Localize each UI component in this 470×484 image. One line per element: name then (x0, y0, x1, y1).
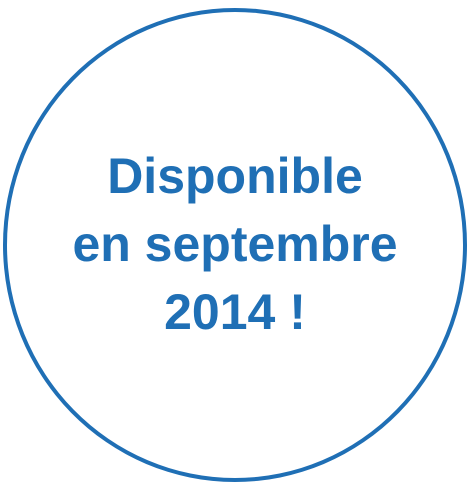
availability-badge-text: Disponible en septembre 2014 ! (0, 142, 470, 346)
badge-line-3: 2014 ! (164, 284, 306, 340)
badge-line-2: en septembre (72, 216, 398, 272)
badge-line-1: Disponible (107, 148, 363, 204)
